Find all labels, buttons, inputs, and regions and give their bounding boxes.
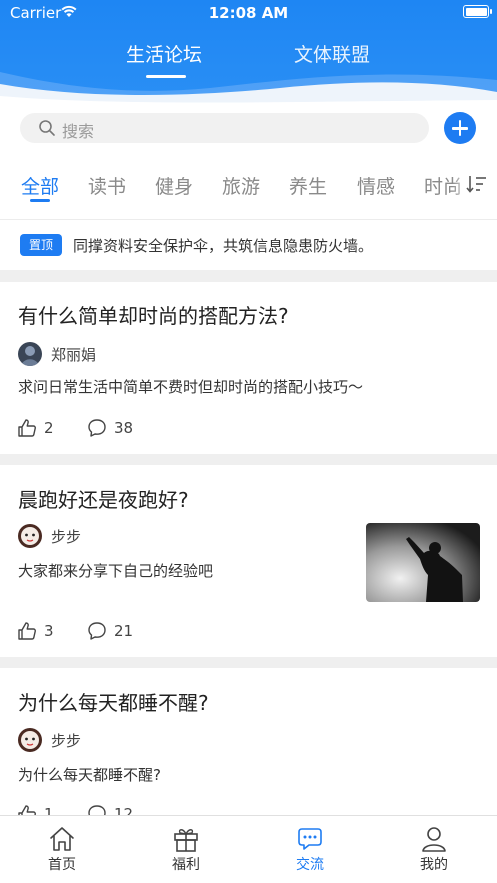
post-thumbnail[interactable] (366, 523, 480, 602)
nav-benefits[interactable]: 福利 (124, 816, 248, 883)
search-input[interactable]: 搜索 (20, 113, 429, 143)
category-reading[interactable]: 读书 (88, 172, 126, 199)
status-bar: Carrier 12:08 AM (0, 0, 497, 26)
add-post-button[interactable] (444, 112, 476, 144)
tab-life-forum[interactable]: 生活论坛 (126, 40, 202, 67)
post-author: 步步 (51, 732, 82, 750)
notice-text: 同撑资料安全保护伞，共筑信息隐患防火墙。 (73, 237, 374, 255)
tab-sports-league[interactable]: 文体联盟 (294, 40, 370, 67)
comment-count: 38 (114, 419, 134, 437)
comment-icon[interactable] (87, 418, 107, 438)
sort-icon[interactable] (466, 174, 488, 194)
category-travel[interactable]: 旅游 (222, 172, 260, 199)
app-header: Carrier 12:08 AM 生活论坛 文体联盟 (0, 0, 497, 106)
post-excerpt: 大家都来分享下自己的经验吧 (18, 562, 214, 580)
clock: 12:08 AM (208, 4, 289, 22)
nav-label: 首页 (48, 857, 76, 873)
comment-icon[interactable] (87, 621, 107, 641)
like-count: 2 (44, 419, 54, 437)
chat-icon (298, 828, 322, 850)
post-excerpt: 为什么每天都睡不醒? (18, 766, 161, 784)
category-all[interactable]: 全部 (21, 172, 59, 199)
post-title: 晨跑好还是夜跑好? (18, 488, 189, 512)
nav-label: 福利 (172, 857, 200, 873)
post-excerpt: 求问日常生活中简单不费时但却时尚的搭配小技巧～ (18, 378, 364, 396)
thumbs-up-icon[interactable] (17, 621, 37, 641)
comment-count: 21 (114, 622, 134, 640)
avatar (18, 342, 42, 366)
bottom-nav: 首页 福利 交流 我的 (0, 815, 497, 883)
post-author: 郑丽娟 (51, 346, 97, 364)
header-wave (0, 72, 497, 106)
search-bar-area: 搜索 (0, 104, 497, 154)
thumbs-up-icon[interactable] (17, 418, 37, 438)
gift-icon (174, 829, 198, 852)
category-health[interactable]: 养生 (289, 172, 327, 199)
pinned-badge: 置顶 (20, 234, 62, 256)
post-author: 步步 (51, 528, 82, 546)
avatar (18, 728, 42, 752)
post-title: 有什么简单却时尚的搭配方法? (18, 304, 289, 328)
nav-label: 交流 (296, 857, 324, 873)
search-icon (39, 120, 55, 136)
avatar (18, 524, 42, 548)
post-card[interactable]: 晨跑好还是夜跑好? 步步 大家都来分享下自己的经验吧 3 21 (0, 465, 497, 657)
post-card[interactable]: 为什么每天都睡不醒? 步步 为什么每天都睡不醒? 1 12 (0, 668, 497, 823)
user-icon (422, 827, 446, 852)
battery-icon (463, 5, 492, 18)
category-emotion[interactable]: 情感 (357, 172, 395, 199)
category-tabs: 全部 读书 健身 旅游 养生 情感 时尚 (0, 154, 497, 220)
category-fitness[interactable]: 健身 (155, 172, 193, 199)
home-icon (50, 827, 74, 851)
nav-label: 我的 (420, 857, 448, 873)
nav-home[interactable]: 首页 (0, 816, 124, 883)
nav-profile[interactable]: 我的 (372, 816, 496, 883)
category-indicator (30, 199, 50, 202)
post-card[interactable]: 有什么简单却时尚的搭配方法? 郑丽娟 求问日常生活中简单不费时但却时尚的搭配小技… (0, 282, 497, 454)
pinned-notice[interactable]: 置顶 同撑资料安全保护伞，共筑信息隐患防火墙。 (0, 220, 497, 270)
post-title: 为什么每天都睡不醒? (18, 691, 209, 715)
nav-exchange[interactable]: 交流 (248, 816, 372, 883)
like-count: 3 (44, 622, 54, 640)
search-placeholder: 搜索 (62, 122, 95, 141)
